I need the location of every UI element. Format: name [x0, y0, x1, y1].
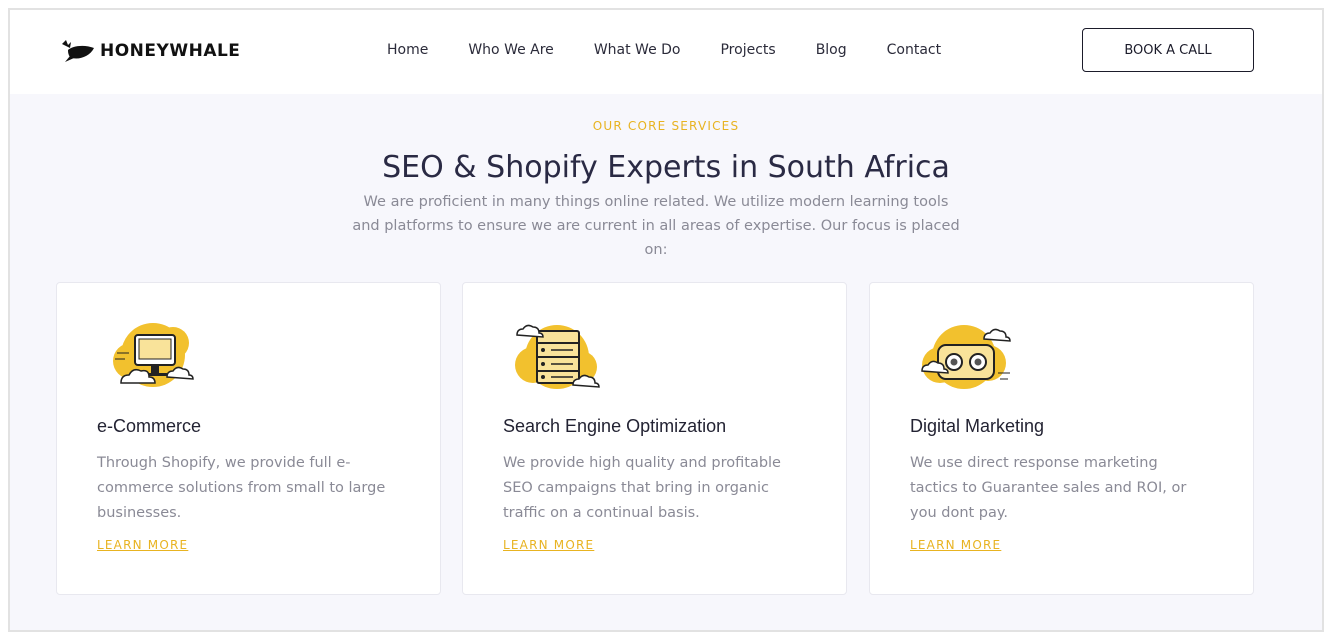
nav-what-we-do[interactable]: What We Do [594, 42, 681, 58]
vr-headset-icon [921, 325, 1011, 389]
service-description: Through Shopify, we provide full e-comme… [97, 455, 386, 521]
section-eyebrow: OUR CORE SERVICES [592, 119, 740, 133]
service-card-seo: Search Engine Optimization We provide hi… [462, 282, 847, 595]
book-a-call-button[interactable]: BOOK A CALL [1082, 28, 1254, 72]
nav-who-we-are[interactable]: Who We Are [468, 42, 553, 58]
brand-logo[interactable]: HONEYWHALE [60, 38, 240, 64]
section-title: SEO & Shopify Experts in South Africa [382, 150, 950, 185]
nav-contact[interactable]: Contact [887, 42, 941, 58]
server-cloud-icon [515, 324, 600, 389]
service-title: e-Commerce [97, 416, 202, 436]
whale-logo-icon [62, 40, 94, 62]
main-nav: Home Who We Are What We Do Projects Blog… [387, 42, 941, 58]
service-card-ecommerce: e-Commerce Through Shopify, we provide f… [56, 282, 441, 595]
service-card-digital-marketing: Digital Marketing We use direct response… [869, 282, 1254, 595]
nav-projects[interactable]: Projects [720, 42, 775, 58]
brand-wordmark: HONEYWHALE [100, 41, 240, 61]
learn-more-link[interactable]: LEARN MORE [503, 538, 594, 552]
service-description: We use direct response marketing tactics… [910, 455, 1187, 521]
learn-more-link[interactable]: LEARN MORE [910, 538, 1001, 552]
nav-home[interactable]: Home [387, 42, 428, 58]
learn-more-link[interactable]: LEARN MORE [97, 538, 188, 552]
service-description: We provide high quality and profitable S… [503, 455, 781, 521]
brand-name-bold: WHALE [169, 41, 241, 61]
page-frame: HONEYWHALE Home Who We Are What We Do Pr… [8, 8, 1324, 632]
nav-blog[interactable]: Blog [816, 42, 847, 58]
service-title: Digital Marketing [910, 416, 1045, 436]
site-header: HONEYWHALE Home Who We Are What We Do Pr… [10, 10, 1322, 94]
brand-name-light: HONEY [100, 41, 170, 61]
computer-cloud-icon [113, 323, 194, 387]
service-title: Search Engine Optimization [503, 416, 727, 436]
section-subtitle: We are proficient in many things online … [352, 194, 960, 258]
